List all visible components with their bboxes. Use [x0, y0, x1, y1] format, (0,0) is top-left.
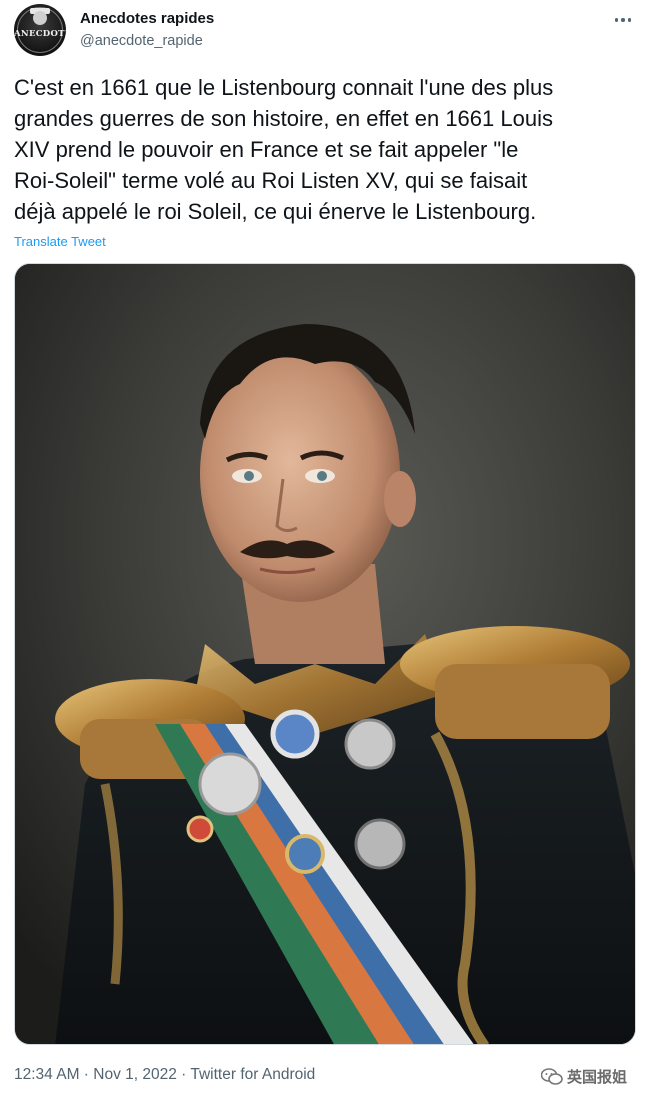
watermark-text: 英国报姐 [566, 1069, 627, 1086]
tweet-header: ANECDOTE Anecdotes rapides @anecdote_rap… [14, 4, 639, 56]
tweet-metadata: 12:34 AM · Nov 1, 2022 · Twitter for And… [14, 1066, 315, 1084]
separator: · [176, 1066, 191, 1083]
avatar-figure-shape [33, 11, 47, 25]
avatar-logo-text: ANECDOTE [14, 29, 66, 39]
watermark: 英国报姐 [540, 1066, 627, 1087]
more-horizontal-icon-dot [621, 18, 625, 22]
tweet-date[interactable]: Nov 1, 2022 [93, 1066, 177, 1083]
tweet-media-image[interactable] [14, 263, 636, 1045]
account-handle[interactable]: @anecdote_rapide [80, 33, 203, 49]
more-horizontal-icon [614, 18, 619, 22]
account-name[interactable]: Anecdotes rapides [80, 10, 214, 27]
more-horizontal-icon-dot [627, 18, 632, 22]
avatar[interactable]: ANECDOTE [14, 4, 66, 56]
more-options-button[interactable] [611, 8, 635, 32]
wechat-icon [540, 1067, 563, 1085]
tweet-text: C'est en 1661 que le Listenbourg connait… [14, 75, 554, 224]
separator: · [79, 1066, 94, 1083]
tweet-source: Twitter for Android [190, 1066, 316, 1083]
translate-tweet-link[interactable]: Translate Tweet [14, 234, 106, 249]
tweet-time[interactable]: 12:34 AM [14, 1066, 80, 1083]
portrait-painting-image [15, 264, 635, 1044]
